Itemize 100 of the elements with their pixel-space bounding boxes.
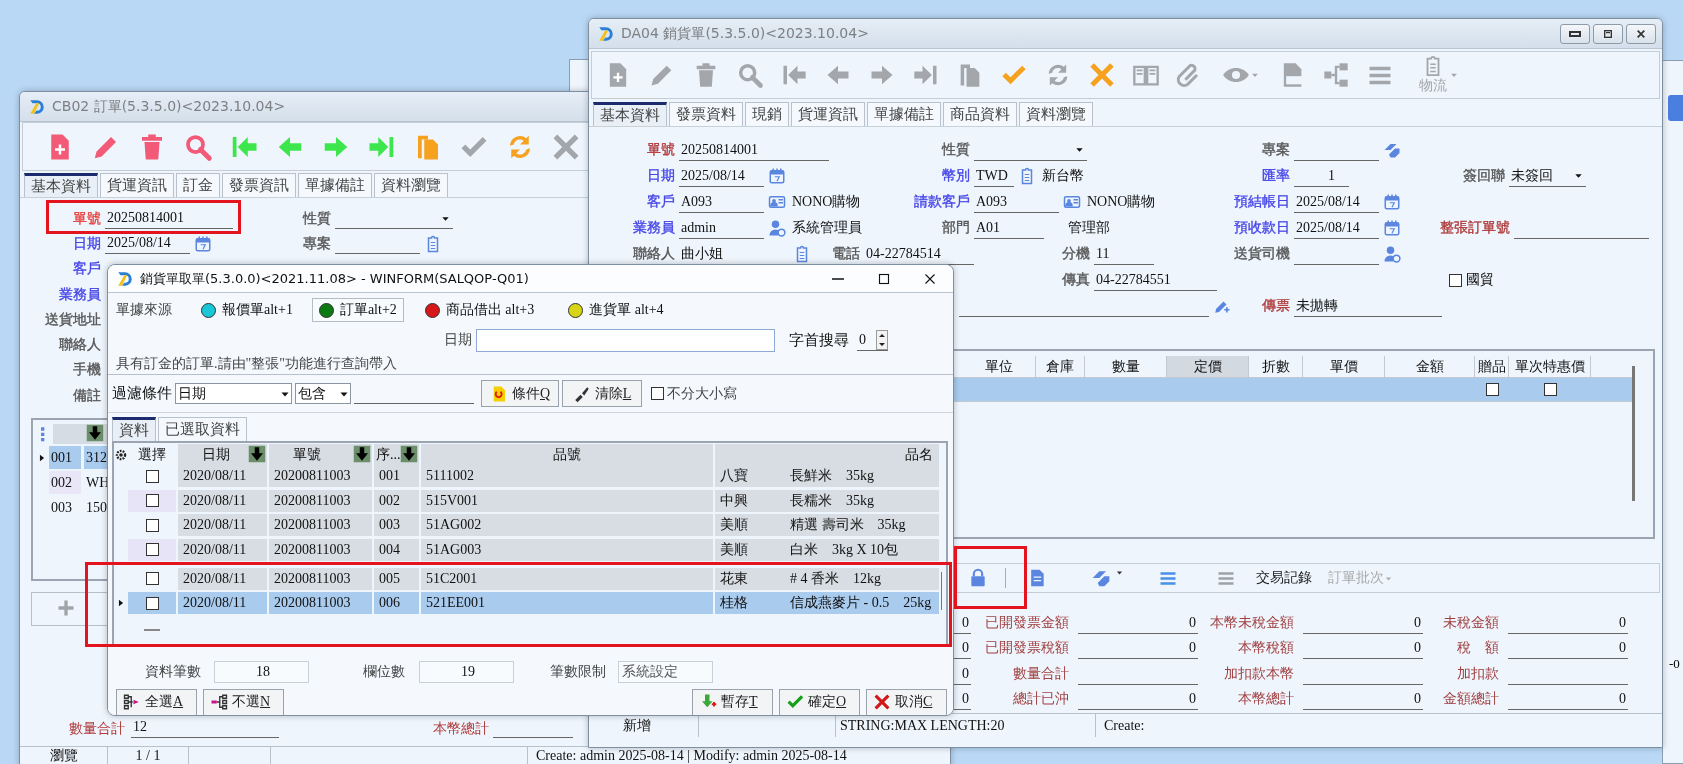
tab[interactable]: 貨運資訊 — [100, 173, 174, 197]
input-field[interactable]: 2025/08/14 — [1294, 191, 1379, 213]
checkbox[interactable] — [145, 543, 159, 556]
filter-arrow-icon[interactable] — [353, 445, 371, 463]
tab[interactable]: 資料 — [112, 417, 156, 441]
field-text: NONO購物 — [792, 193, 861, 211]
save-draft-button[interactable]: 暫存T — [692, 688, 773, 715]
table-row[interactable]: 2020/08/11 20200811003 002 515V001 中興 長糯米 35kg — [114, 489, 941, 512]
filter-button[interactable]: 條件Q — [481, 380, 559, 407]
input-field[interactable]: A093 — [974, 191, 1059, 213]
table-row[interactable]: 2020/08/11 20200811003 001 5111002 八寶 長鮮米 35kg — [114, 465, 941, 487]
tab[interactable]: 商品資料 — [943, 102, 1017, 126]
input-field[interactable]: 11 — [1094, 243, 1154, 265]
cancel-button[interactable]: 取消C — [866, 688, 947, 715]
input-field[interactable]: 1 — [1294, 165, 1349, 187]
input-field[interactable]: 2025/08/14 — [105, 233, 190, 255]
checkbox[interactable] — [145, 596, 159, 610]
restore-button[interactable] — [1593, 23, 1623, 44]
field-label: 匯率 — [1261, 167, 1291, 185]
column-header[interactable]: 品名 — [715, 444, 941, 465]
gear-icon[interactable] — [114, 447, 128, 462]
calendar-icon[interactable] — [1383, 193, 1401, 211]
column-header[interactable] — [53, 424, 108, 444]
input-field[interactable]: A01 — [974, 217, 1044, 239]
table-row[interactable]: 2020/08/11 20200811003 005 51C2001 花東 # 4 香米 12kg — [114, 567, 941, 590]
filter-arrow-icon[interactable] — [400, 445, 418, 463]
column-header[interactable]: 品號 — [421, 444, 715, 465]
calendar-icon[interactable] — [194, 234, 212, 253]
field-label: 聯絡人 — [58, 336, 102, 355]
input-field[interactable]: 20250814001 — [105, 208, 233, 230]
input-field[interactable]: A093 — [679, 191, 764, 213]
table-row[interactable]: 2020/08/11 20200811003 004 51AG003 美順 白米 3kg X 10包 — [114, 538, 941, 561]
scrollbar[interactable] — [1632, 366, 1635, 501]
checkbox[interactable] — [651, 387, 664, 400]
select-all-button[interactable]: 全選A — [116, 688, 197, 715]
tab[interactable]: 資料瀏覽 — [374, 173, 448, 197]
minimize-button[interactable] — [1560, 23, 1590, 44]
close-icon[interactable] — [1088, 61, 1116, 89]
input-field[interactable]: 2025/08/14 — [679, 165, 764, 187]
tab[interactable]: 訂金 — [176, 173, 220, 197]
table-row[interactable]: 2020/08/11 20200811003 006 521EE001 桂格 信成燕麥片 - 0.5 25kg — [114, 592, 941, 614]
checkbox[interactable] — [145, 572, 159, 585]
source-option[interactable]: 商品借出 alt+3 — [417, 298, 542, 322]
checkbox[interactable] — [1449, 273, 1462, 287]
input-field[interactable]: 2025/08/14 — [1294, 217, 1379, 239]
input-field[interactable]: 04-22784551 — [1094, 269, 1217, 291]
input-field[interactable]: 20250814001 — [679, 139, 829, 161]
tab[interactable]: 已選取資料 — [158, 417, 247, 441]
clear-button[interactable]: 清除L — [562, 380, 642, 407]
tab[interactable]: 基本資料 — [593, 102, 667, 126]
contact-card-icon[interactable] — [1063, 193, 1081, 211]
caret-icon[interactable] — [1115, 568, 1124, 577]
checkbox[interactable] — [145, 518, 159, 532]
spin-field[interactable]: 0 — [857, 329, 888, 351]
column-header[interactable]: 贈品 — [1475, 356, 1509, 377]
tab[interactable]: 資料瀏覽 — [1019, 102, 1093, 126]
scrollbar[interactable] — [941, 572, 942, 610]
column-header[interactable]: 定價 — [1167, 356, 1249, 377]
toolbar-link[interactable]: 交易記錄 — [1256, 569, 1312, 587]
dropdown[interactable]: 包含 — [295, 383, 351, 404]
input-field[interactable]: TWD — [974, 165, 1014, 187]
checkbox[interactable] — [1543, 383, 1557, 396]
calendar-icon[interactable] — [1383, 219, 1401, 237]
tab[interactable]: 貨運資訊 — [791, 102, 865, 126]
field-text: 新台幣 — [1042, 167, 1084, 185]
table-row[interactable]: 2020/08/11 20200811003 003 51AG002 美順 精選 壽司米 35kg — [114, 514, 941, 536]
confirm-button[interactable]: 確定O — [779, 688, 860, 715]
dropdown[interactable]: 未簽回 — [1509, 165, 1586, 187]
tab[interactable]: 單據備註 — [298, 173, 372, 197]
checkbox[interactable] — [1485, 383, 1499, 396]
window-title: 銷貨單取單(5.3.0.0)<2021.11.08> - WINFORM(SALQOP-Q01) — [140, 269, 529, 288]
person-clock-icon[interactable] — [1383, 245, 1401, 263]
tab[interactable]: 單據備註 — [867, 102, 941, 126]
date-input[interactable] — [476, 328, 775, 352]
field-label: 本幣未稅金額 — [1209, 613, 1295, 632]
input-field[interactable]: admin — [679, 217, 764, 239]
status-text: 1 / 1 — [108, 747, 189, 764]
tab[interactable]: 發票資訊 — [222, 173, 296, 197]
tab[interactable]: 現銷 — [745, 102, 789, 126]
source-option[interactable]: 報價單alt+1 — [194, 298, 300, 322]
dropdown[interactable]: 日期 — [175, 383, 292, 404]
column-header[interactable]: 單號 — [269, 444, 374, 465]
spinner-arrows-icon[interactable] — [876, 329, 888, 350]
calendar-icon[interactable] — [768, 167, 786, 185]
input-field[interactable]: 未拋轉 — [1294, 295, 1442, 317]
filter-arrow-icon[interactable] — [248, 445, 266, 463]
person-clock-icon[interactable] — [768, 219, 786, 237]
window-title: DA04 銷貨單(5.3.5.0)<2023.10.04> — [621, 24, 869, 43]
checkbox[interactable] — [145, 469, 159, 483]
source-option[interactable]: 訂單alt+2 — [311, 298, 404, 322]
column-header[interactable]: 序... — [374, 444, 421, 465]
deselect-all-button[interactable]: 不選N — [203, 688, 284, 715]
contact-card-icon[interactable] — [768, 193, 786, 211]
table-cell: 003 — [374, 514, 421, 536]
column-header[interactable]: 日期 — [178, 444, 269, 465]
tab[interactable]: 基本資料 — [24, 173, 98, 197]
source-option[interactable]: 進貨單 alt+4 — [561, 298, 671, 322]
checkbox[interactable] — [145, 494, 159, 507]
tab[interactable]: 發票資料 — [669, 102, 743, 126]
close-button[interactable] — [1626, 23, 1656, 44]
